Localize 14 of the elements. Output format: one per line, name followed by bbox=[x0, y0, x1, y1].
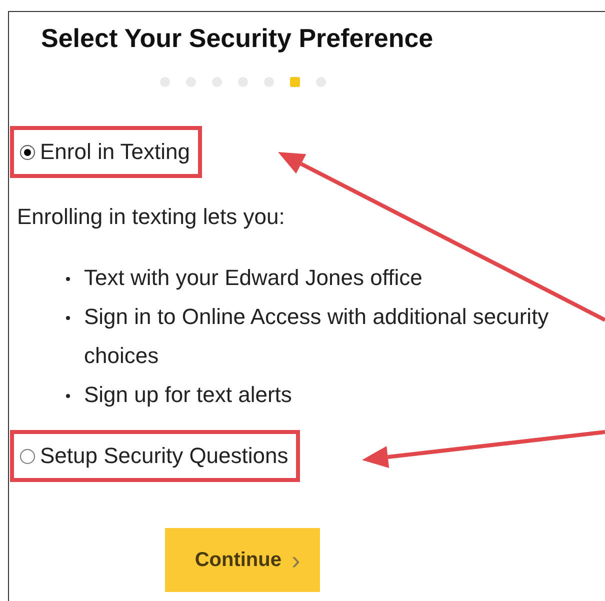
bullet-icon bbox=[66, 277, 70, 281]
intro-text: Enrolling in texting lets you: bbox=[17, 204, 286, 230]
page-title: Select Your Security Preference bbox=[41, 24, 434, 52]
list-item: Sign in to Online Access with additional security choices bbox=[84, 303, 550, 370]
list-item: Sign up for text alerts bbox=[84, 381, 292, 409]
option-label[interactable]: Enrol in Texting bbox=[40, 140, 190, 164]
radio-button[interactable] bbox=[20, 144, 35, 160]
option-label[interactable]: Setup Security Questions bbox=[40, 444, 288, 468]
bullet-icon bbox=[66, 394, 70, 398]
continue-button[interactable]: Continue › bbox=[165, 528, 320, 592]
bullet-icon bbox=[66, 316, 70, 320]
chevron-icon: › bbox=[291, 544, 300, 576]
radio-button[interactable] bbox=[20, 448, 35, 464]
list-item: Text with your Edward Jones office bbox=[84, 264, 422, 292]
